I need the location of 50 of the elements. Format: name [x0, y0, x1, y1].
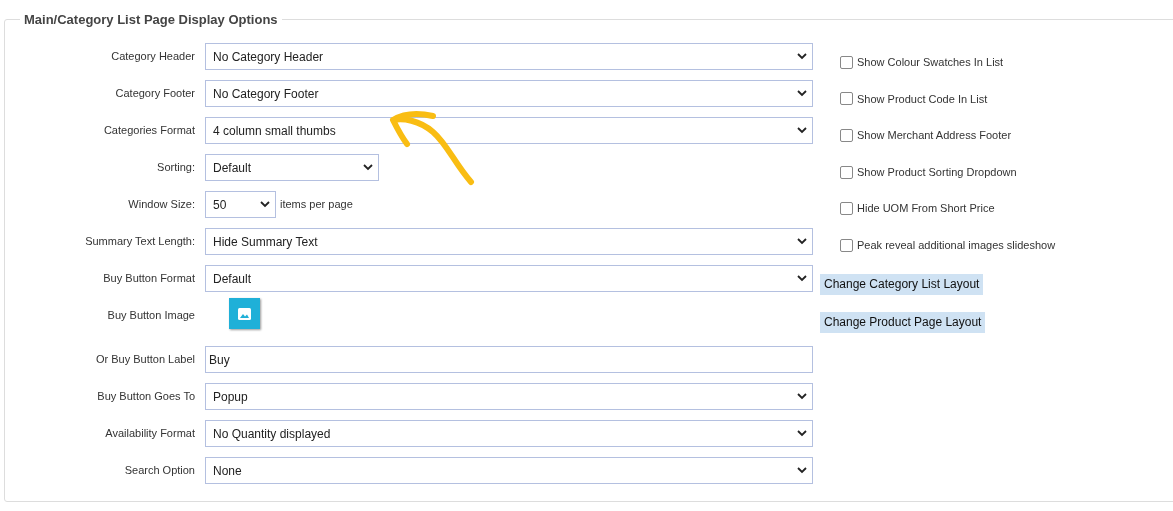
- image-icon: [238, 307, 251, 320]
- checkbox-label: Peak reveal additional images slideshow: [857, 238, 1056, 253]
- suffix-text: items per page: [280, 197, 353, 213]
- field-label: Search Option: [123, 463, 195, 479]
- field-label: Window Size:: [127, 197, 195, 213]
- chevron-icon: [797, 238, 807, 245]
- select-dropdown[interactable]: No Category Header: [205, 43, 813, 70]
- select-dropdown[interactable]: None: [205, 457, 813, 484]
- select-dropdown[interactable]: Default: [205, 154, 379, 181]
- checkbox-label: Hide UOM From Short Price: [857, 201, 995, 217]
- field-label: Categories Format: [102, 123, 195, 139]
- checkbox[interactable]: [840, 202, 853, 216]
- field-label: Buy Button Goes To: [96, 389, 195, 405]
- select-dropdown[interactable]: Popup: [205, 383, 813, 410]
- select-dropdown[interactable]: No Category Footer: [205, 80, 813, 107]
- field-label: Or Buy Button Label: [94, 352, 195, 368]
- chevron-icon: [797, 430, 807, 437]
- chevron-icon: [797, 393, 807, 400]
- select-dropdown[interactable]: 4 column small thumbs: [205, 117, 813, 144]
- select-dropdown[interactable]: 50: [205, 191, 276, 218]
- checkbox[interactable]: [840, 238, 853, 252]
- checkbox-label: Show Merchant Address Footer: [857, 128, 1012, 144]
- checkbox-label: Show Product Code In List: [857, 91, 988, 107]
- layout-button[interactable]: Change Product Page Layout: [820, 311, 986, 333]
- select-dropdown[interactable]: Default: [205, 265, 813, 292]
- checkbox[interactable]: [840, 92, 853, 106]
- checkbox[interactable]: [840, 165, 853, 179]
- field-label: Availability Format: [104, 426, 195, 442]
- checkbox[interactable]: [840, 55, 853, 69]
- field-label: Category Header: [110, 49, 195, 65]
- checkbox-label: Show Colour Swatches In List: [857, 55, 1004, 71]
- chevron-icon: [260, 201, 270, 208]
- chevron-icon: [797, 467, 807, 474]
- input-field[interactable]: Buy: [205, 346, 813, 373]
- chevron-icon: [797, 127, 807, 134]
- image-upload-button[interactable]: [229, 298, 260, 329]
- layout-button[interactable]: Change Category List Layout: [820, 273, 984, 295]
- field-label: Buy Button Format: [102, 271, 195, 287]
- chevron-icon: [797, 90, 807, 97]
- chevron-icon: [363, 164, 373, 171]
- field-label: Buy Button Image: [106, 308, 195, 324]
- field-label: Sorting:: [156, 160, 195, 176]
- checkbox-label: Show Product Sorting Dropdown: [857, 164, 1017, 180]
- field-label: Category Footer: [114, 86, 195, 102]
- checkbox[interactable]: [840, 129, 853, 142]
- select-dropdown[interactable]: Hide Summary Text: [205, 228, 813, 255]
- chevron-icon: [797, 53, 807, 60]
- select-dropdown[interactable]: No Quantity displayed: [205, 420, 813, 447]
- chevron-icon: [797, 275, 807, 282]
- field-label: Summary Text Length:: [84, 234, 195, 250]
